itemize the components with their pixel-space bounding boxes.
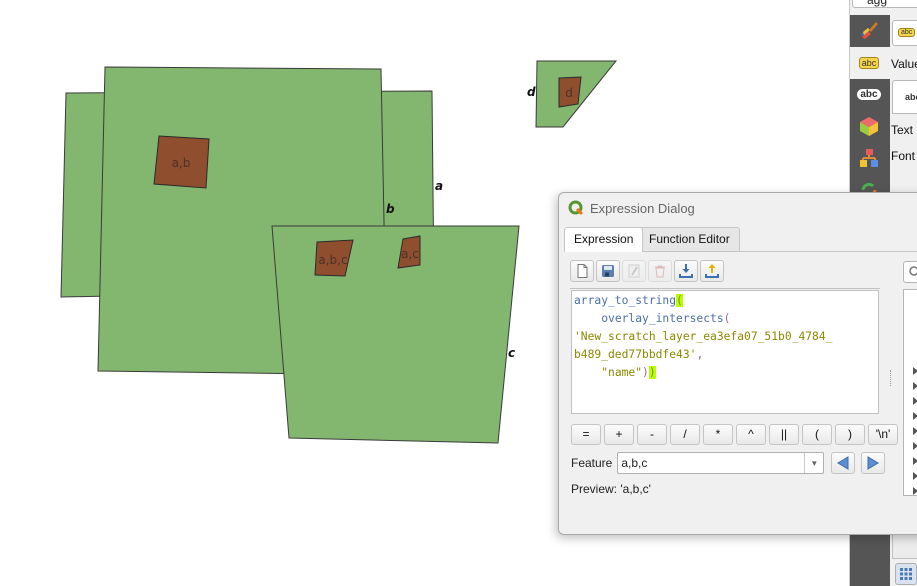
import-button[interactable]: [674, 260, 698, 282]
tree-expand-icon[interactable]: [913, 367, 917, 375]
preview-value: 'a,b,c': [620, 482, 651, 496]
op-close-paren-button[interactable]: ): [835, 424, 865, 445]
polygon-c[interactable]: [271, 225, 520, 444]
search-icon: [909, 266, 917, 276]
new-expression-button[interactable]: [570, 260, 594, 282]
splitter-handle[interactable]: [890, 370, 893, 386]
expression-editor[interactable]: array_to_string( overlay_intersects( 'Ne…: [571, 290, 879, 414]
code-close-paren-2: ): [648, 366, 656, 379]
side-item-text[interactable]: Text: [891, 123, 913, 137]
text-cube-icon[interactable]: [855, 114, 883, 138]
chevron-down-icon[interactable]: ▼: [804, 453, 823, 473]
label-abc: a,b,c: [318, 253, 347, 267]
side-item-value[interactable]: Value: [891, 57, 917, 71]
top-field[interactable]: agg: [852, 0, 917, 8]
export-icon: [705, 264, 719, 278]
abc-bubble: abc: [857, 88, 881, 100]
abc-tab-text: abc: [905, 92, 917, 102]
save-expression-button[interactable]: [596, 260, 620, 282]
tree-expand-icon[interactable]: [913, 487, 917, 495]
tree-expand-icon[interactable]: [913, 442, 917, 450]
dialog-tabs: Expression Function Editor: [564, 227, 917, 252]
abc-label-icon[interactable]: abc: [855, 82, 883, 106]
label-ab: a,b: [172, 156, 191, 170]
tree-expand-icon[interactable]: [913, 457, 917, 465]
code-layer-string-2: b489_ded77bbdfe43': [574, 348, 697, 361]
code-fn-overlay-intersects: overlay_intersects: [601, 312, 724, 325]
preview-row: Preview: 'a,b,c': [571, 482, 651, 496]
op-open-paren-button[interactable]: (: [802, 424, 832, 445]
dialog-title-bar[interactable]: Expression Dialog: [559, 193, 917, 223]
code-open-paren-1: (: [676, 294, 683, 307]
expression-dialog: Expression Dialog Expression Function Ed…: [558, 192, 917, 535]
tree-expand-icon[interactable]: [913, 412, 917, 420]
side-strip-3: [850, 533, 890, 586]
op-plus-button[interactable]: +: [604, 424, 634, 445]
op-power-button[interactable]: ^: [736, 424, 766, 445]
expression-toolbar: [570, 260, 724, 282]
feature-combo[interactable]: a,b,c ▼: [617, 452, 825, 474]
save-icon: [602, 265, 614, 277]
tree-expand-icon[interactable]: [913, 382, 917, 390]
previous-feature-button[interactable]: [831, 452, 856, 474]
import-icon: [679, 264, 693, 278]
new-file-icon: [577, 264, 588, 278]
label-mode-combo[interactable]: abc: [892, 20, 917, 46]
export-button[interactable]: [700, 260, 724, 282]
edit-icon: [628, 264, 640, 278]
abc-value-chip: abc: [858, 57, 880, 69]
label-d: d: [527, 85, 536, 99]
op-newline-button[interactable]: '\n': [868, 424, 898, 445]
abc-value-icon[interactable]: abc: [855, 51, 883, 75]
grid-button[interactable]: [895, 563, 917, 585]
triangle-right-icon: [867, 456, 880, 470]
op-equals-button[interactable]: =: [571, 424, 601, 445]
paintbrush-icon[interactable]: [855, 18, 883, 42]
function-tree[interactable]: [903, 289, 917, 496]
next-feature-button[interactable]: [861, 452, 886, 474]
feature-label: Feature: [571, 456, 613, 470]
label-a: a: [435, 179, 443, 193]
code-open-paren-2: (: [723, 312, 731, 325]
tree-expand-icon[interactable]: [913, 397, 917, 405]
grid-icon: [900, 568, 912, 580]
op-minus-button[interactable]: -: [637, 424, 667, 445]
top-field-value: agg: [867, 0, 888, 7]
side-blank-box: [892, 533, 917, 559]
feature-combo-value: a,b,c: [621, 456, 648, 470]
preview-label: Preview:: [571, 482, 618, 496]
tab-function-editor[interactable]: Function Editor: [639, 227, 740, 251]
op-concat-button[interactable]: ||: [769, 424, 799, 445]
code-close-paren-1: ): [642, 366, 649, 379]
toolbar-divider: [570, 288, 880, 289]
tree-expand-icon[interactable]: [913, 427, 917, 435]
code-layer-string-1: 'New_scratch_layer_ea3efa07_51b0_4784_: [574, 330, 833, 343]
delete-expression-button[interactable]: [648, 260, 672, 282]
expression-tab-pane: array_to_string( overlay_intersects( 'Ne…: [564, 252, 917, 534]
label-b: b: [386, 202, 395, 216]
code-fn-array-to-string: array_to_string: [574, 294, 677, 307]
triangle-left-icon: [837, 456, 849, 470]
font-hierarchy-icon[interactable]: [855, 146, 883, 170]
label-ac: a,c: [401, 247, 419, 261]
label-c: c: [508, 346, 515, 360]
function-search-input[interactable]: [903, 261, 917, 283]
op-multiply-button[interactable]: *: [703, 424, 733, 445]
dialog-title: Expression Dialog: [590, 200, 695, 216]
abc-chip-icon: abc: [898, 28, 916, 37]
tab-expression[interactable]: Expression: [564, 227, 644, 252]
label-tab-box[interactable]: abc: [892, 80, 917, 114]
delete-icon: [655, 265, 665, 278]
code-comma: ,: [696, 348, 704, 361]
label-d-inner: d: [565, 86, 573, 100]
edit-expression-button[interactable]: [622, 260, 646, 282]
tree-expand-icon[interactable]: [913, 472, 917, 480]
side-item-font[interactable]: Font: [891, 149, 915, 163]
code-field-name: "name": [601, 366, 643, 379]
feature-row: Feature a,b,c ▼: [571, 452, 886, 474]
qgis-logo-icon: [568, 200, 584, 216]
op-divide-button[interactable]: /: [670, 424, 700, 445]
operator-buttons: = + - / * ^ || ( ) '\n': [571, 424, 898, 445]
